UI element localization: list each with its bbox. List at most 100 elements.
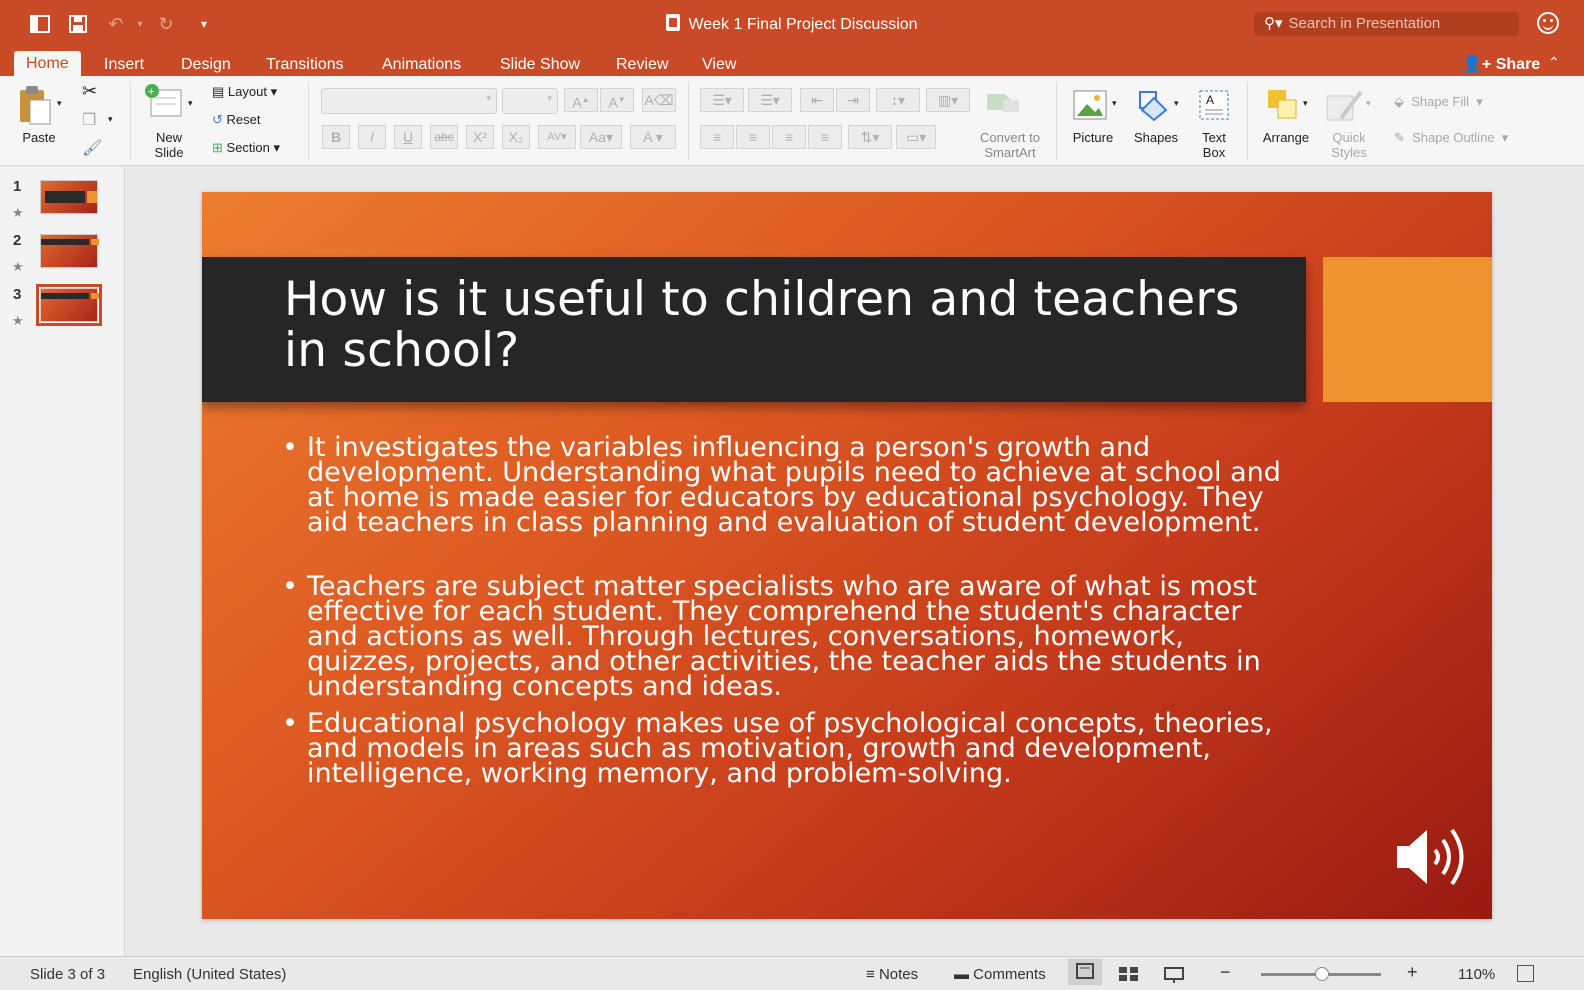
superscript-button[interactable]: X² (466, 125, 494, 149)
section-button[interactable]: ⊞ Section ▾ (212, 140, 280, 156)
strikethrough-button[interactable]: abc (430, 125, 458, 149)
quick-styles-button[interactable]: Quick Styles (1318, 130, 1380, 160)
search-input[interactable]: ⚲▾ Search in Presentation (1254, 12, 1519, 36)
change-case-button[interactable]: Aa▾ (580, 125, 622, 149)
quick-styles-dropdown-icon[interactable]: ▾ (1366, 98, 1371, 109)
paste-dropdown-icon[interactable]: ▾ (57, 98, 62, 109)
tab-review[interactable]: Review (604, 54, 680, 76)
slide-thumbnail-pane: 1 ★ 2 ★ 3 ★ (0, 167, 125, 956)
presenter-view-button[interactable] (1163, 966, 1185, 988)
language-indicator[interactable]: English (United States) (133, 966, 286, 983)
bullet-list[interactable]: It investigates the variables influencin… (282, 434, 1282, 825)
bullets-button[interactable]: ☰▾ (700, 88, 744, 112)
zoom-slider-thumb[interactable] (1315, 967, 1329, 981)
reset-button[interactable]: ↺ Reset (212, 112, 261, 128)
decrease-font-size-button[interactable]: A▼ (600, 88, 634, 112)
arrange-button[interactable]: Arrange (1256, 130, 1316, 145)
smartart-icon[interactable] (985, 90, 1021, 114)
picture-button[interactable]: Picture (1066, 130, 1120, 145)
fit-to-window-icon[interactable] (1517, 965, 1534, 982)
font-name-field[interactable]: ▾ (321, 88, 497, 114)
tab-insert[interactable]: Insert (92, 54, 156, 76)
zoom-in-button[interactable]: + (1407, 962, 1418, 983)
slide-thumbnail-1[interactable] (40, 180, 98, 214)
cut-icon[interactable]: ✂ (82, 81, 97, 102)
tab-home[interactable]: Home (14, 51, 81, 76)
notes-button[interactable]: ≡ Notes (866, 966, 918, 983)
audio-speaker-icon[interactable] (1395, 822, 1475, 892)
justify-button[interactable]: ≡ (808, 125, 842, 149)
shapes-icon[interactable] (1136, 88, 1172, 122)
reset-icon: ↺ (212, 112, 223, 127)
picture-dropdown-icon[interactable]: ▾ (1112, 98, 1117, 109)
status-bar: Slide 3 of 3 English (United States) ≡ N… (0, 956, 1584, 990)
paste-button[interactable]: Paste (14, 130, 64, 145)
subscript-button[interactable]: X₂ (502, 125, 530, 149)
share-button[interactable]: 👤+ Share (1462, 54, 1540, 74)
convert-to-smartart-button[interactable]: Convert to SmartArt (968, 130, 1052, 160)
underline-button[interactable]: U (394, 125, 422, 149)
text-direction-button[interactable]: ⇅▾ (848, 125, 892, 149)
thumbnail-number: 1 (13, 178, 22, 195)
character-spacing-button[interactable]: AV▾ (538, 125, 576, 149)
new-slide-dropdown-icon[interactable]: ▾ (188, 98, 193, 109)
star-icon: ★ (12, 205, 24, 220)
arrange-dropdown-icon[interactable]: ▾ (1303, 98, 1308, 109)
slide-thumbnail-3[interactable] (36, 284, 102, 326)
shape-outline-button[interactable]: ✎ Shape Outline ▾ (1394, 130, 1508, 146)
format-painter-icon[interactable]: 🖌 (82, 138, 102, 158)
numbering-button[interactable]: ☰▾ (748, 88, 792, 112)
add-person-icon: 👤+ (1462, 56, 1492, 73)
columns-button[interactable]: ▥▾ (926, 88, 970, 112)
tab-animations[interactable]: Animations (370, 54, 473, 76)
italic-button[interactable]: I (358, 125, 386, 149)
text-box-button[interactable]: Text Box (1188, 130, 1240, 160)
normal-view-button[interactable] (1068, 959, 1102, 985)
bold-button[interactable]: B (322, 125, 350, 149)
new-slide-icon[interactable]: + (145, 84, 183, 120)
align-right-button[interactable]: ≡ (772, 125, 806, 149)
shape-fill-button[interactable]: ⬙ Shape Fill ▾ (1394, 94, 1483, 110)
shapes-button[interactable]: Shapes (1128, 130, 1184, 145)
ribbon-home: ▾ Paste ✂ ❐ ▾ 🖌 + ▾ New Slide ▤ Layout ▾ … (0, 76, 1584, 166)
collapse-ribbon-icon[interactable]: ⌃ (1548, 54, 1560, 71)
shapes-dropdown-icon[interactable]: ▾ (1174, 98, 1179, 109)
zoom-out-button[interactable]: − (1220, 962, 1231, 983)
document-title: Week 1 Final Project Discussion (688, 16, 918, 33)
font-color-button[interactable]: A ▾ (630, 125, 676, 149)
copy-dropdown-icon[interactable]: ▾ (108, 114, 113, 125)
picture-icon[interactable] (1073, 90, 1107, 120)
increase-font-size-button[interactable]: A▲ (564, 88, 598, 112)
paint-bucket-icon: ⬙ (1394, 94, 1404, 109)
new-slide-button[interactable]: New Slide (145, 130, 193, 160)
font-size-field[interactable]: ▾ (502, 88, 558, 114)
tab-view[interactable]: View (690, 54, 748, 76)
line-spacing-button[interactable]: ↕▾ (876, 88, 920, 112)
svg-text:+: + (148, 86, 154, 98)
search-icon: ⚲▾ (1264, 15, 1283, 32)
quick-styles-icon[interactable] (1325, 88, 1365, 124)
decrease-indent-button[interactable]: ⇤ (800, 88, 834, 112)
align-center-button[interactable]: ≡ (736, 125, 770, 149)
align-left-button[interactable]: ≡ (700, 125, 734, 149)
paste-icon[interactable] (17, 84, 51, 126)
tab-slide-show[interactable]: Slide Show (488, 54, 592, 76)
tab-transitions[interactable]: Transitions (254, 54, 356, 76)
title-bar: ↶ ▾ ↻ ▾ Week 1 Final Project Discussion … (0, 0, 1584, 48)
slide-thumbnail-2[interactable] (40, 234, 99, 268)
text-box-icon[interactable]: A (1197, 88, 1231, 122)
slide-title[interactable]: How is it useful to children and teacher… (284, 274, 1284, 376)
layout-button[interactable]: ▤ Layout ▾ (212, 84, 277, 100)
clear-formatting-button[interactable]: A⌫ (642, 88, 676, 112)
align-text-button[interactable]: ▭▾ (896, 125, 936, 149)
normal-view-icon (1076, 963, 1094, 979)
tab-design[interactable]: Design (169, 54, 243, 76)
comments-button[interactable]: ▬ Comments (954, 966, 1046, 983)
copy-icon[interactable]: ❐ (82, 110, 96, 130)
slide-sorter-view-button[interactable] (1118, 966, 1140, 986)
zoom-level[interactable]: 110% (1458, 966, 1495, 983)
feedback-smiley-icon[interactable] (1537, 12, 1559, 34)
slide[interactable]: How is it useful to children and teacher… (202, 192, 1492, 919)
arrange-icon[interactable] (1266, 88, 1300, 122)
increase-indent-button[interactable]: ⇥ (836, 88, 870, 112)
